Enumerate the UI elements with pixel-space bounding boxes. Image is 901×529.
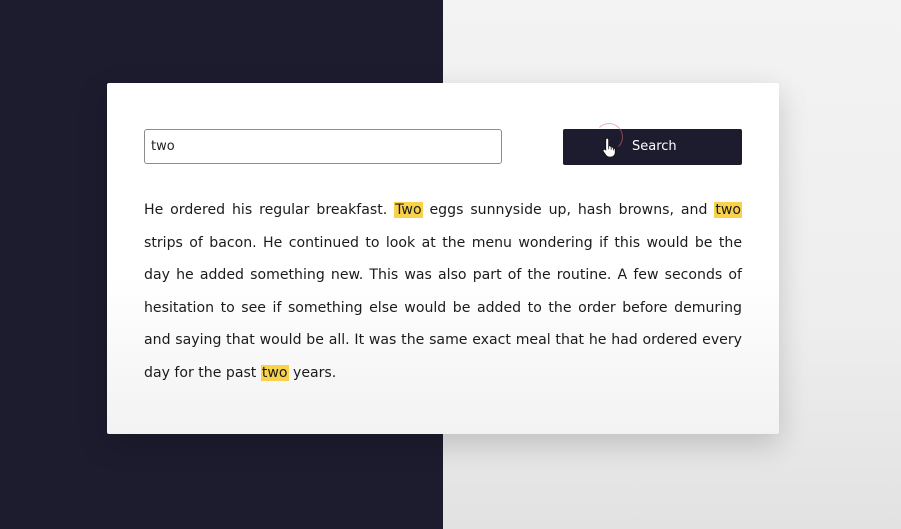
text-segment: strips of bacon. He continued to look at… (144, 234, 742, 381)
search-card: Search He ordered his regular breakfast.… (107, 83, 779, 434)
search-button[interactable]: Search (563, 123, 742, 165)
search-button-label: Search (632, 139, 677, 154)
search-match-highlight: two (260, 364, 289, 381)
text-segment: years. (288, 364, 337, 381)
hand-pointer-icon (602, 137, 616, 157)
text-segment: eggs sunnyside up, hash browns, and (422, 202, 715, 218)
text-segment: He ordered his regular breakfast. (144, 202, 395, 218)
search-input[interactable] (144, 129, 502, 164)
search-match-highlight: Two (394, 202, 423, 218)
search-match-highlight: two (714, 202, 742, 218)
result-paragraph: He ordered his regular breakfast. Two eg… (144, 194, 742, 389)
